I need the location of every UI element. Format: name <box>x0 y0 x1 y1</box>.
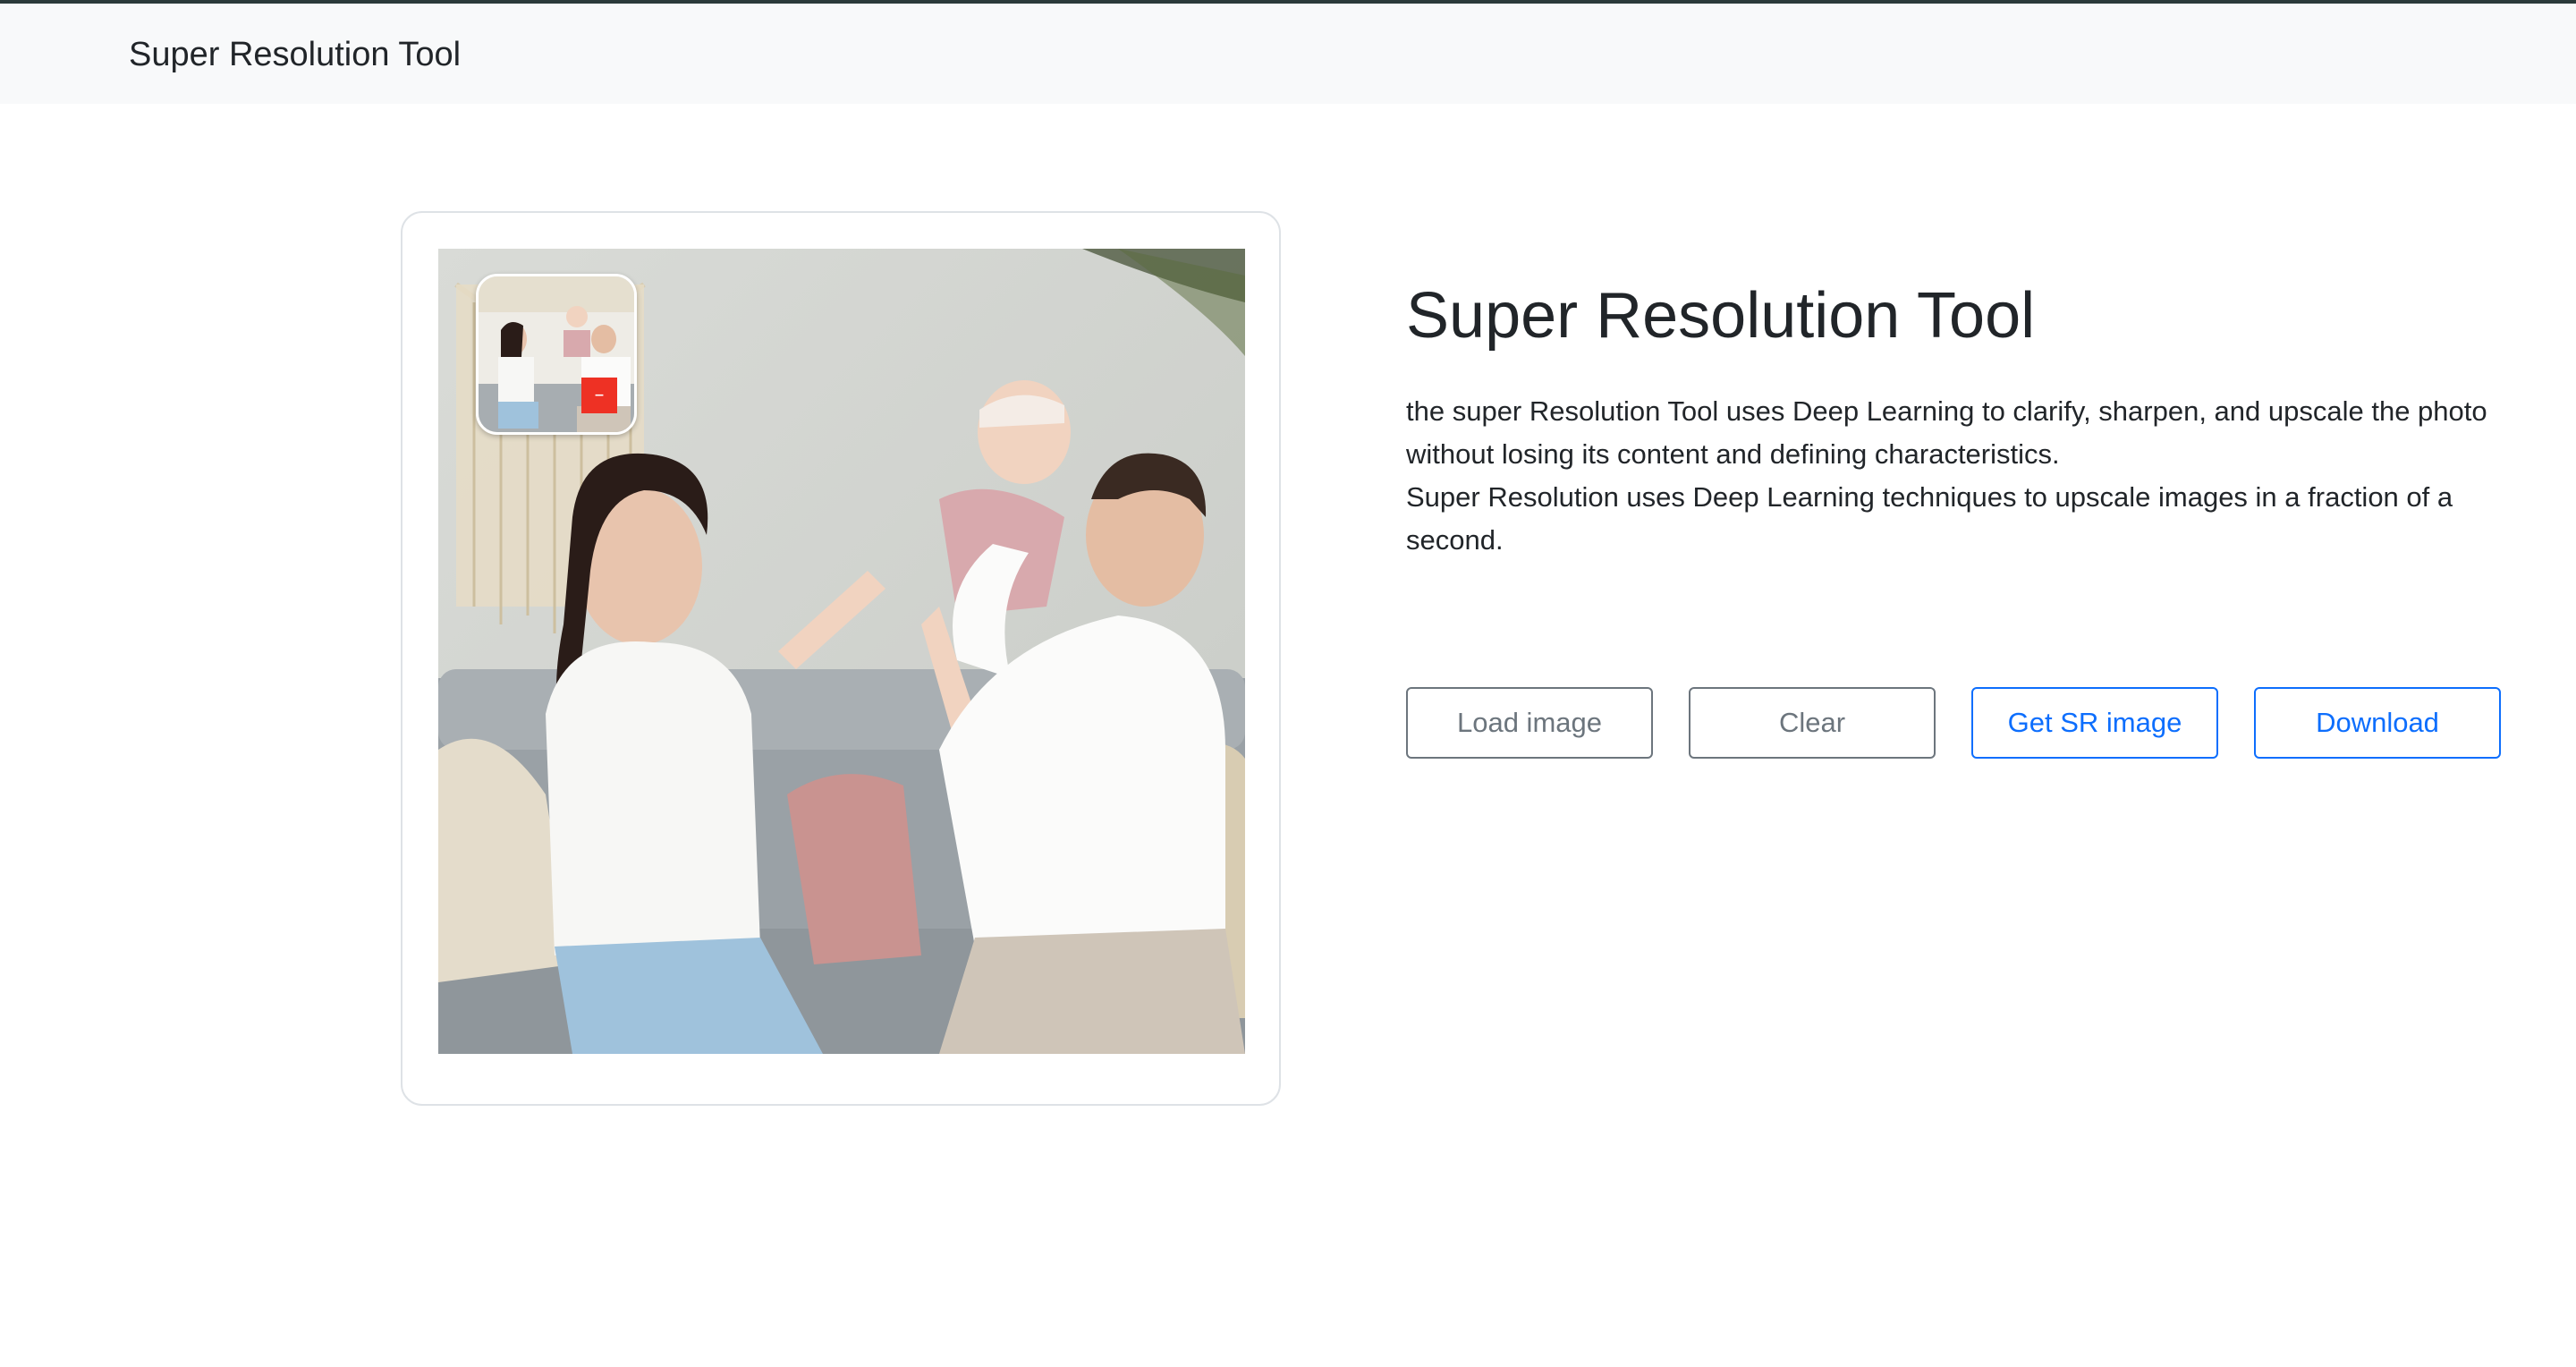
get-sr-image-button[interactable]: Get SR image <box>1971 687 2218 759</box>
navbar-brand[interactable]: Super Resolution Tool <box>129 34 461 75</box>
clear-button[interactable]: Clear <box>1689 687 1936 759</box>
remove-thumbnail-button[interactable]: – <box>581 378 617 413</box>
result-image: – <box>438 249 1245 1054</box>
description-line-2: Super Resolution uses Deep Learning tech… <box>1406 481 2453 556</box>
page-title: Super Resolution Tool <box>1406 280 2036 352</box>
load-image-button[interactable]: Load image <box>1406 687 1653 759</box>
description-line-1: the super Resolution Tool uses Deep Lear… <box>1406 395 2487 470</box>
download-button[interactable]: Download <box>2254 687 2501 759</box>
navbar: Super Resolution Tool <box>0 4 2576 104</box>
image-preview-card: – <box>401 211 1281 1106</box>
tool-description: the super Resolution Tool uses Deep Lear… <box>1406 390 2515 562</box>
